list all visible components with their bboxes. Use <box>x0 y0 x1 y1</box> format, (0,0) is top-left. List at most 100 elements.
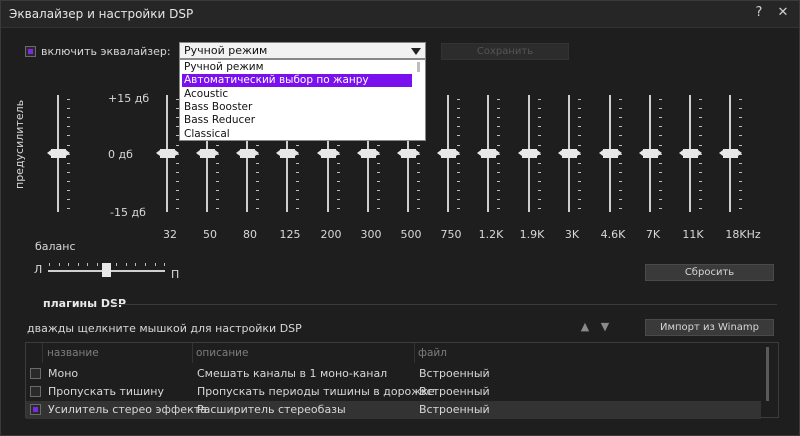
move-up-icon[interactable]: ▲ <box>579 321 591 332</box>
table-header-name[interactable]: название <box>44 343 193 363</box>
slider-tick <box>377 144 380 146</box>
dropdown-option[interactable]: Автоматический выбор по жанру <box>182 74 412 88</box>
table-row[interactable]: Пропускать тишину Пропускать периоды тиши… <box>26 383 761 401</box>
slider-tick <box>739 126 742 128</box>
balance-tick <box>145 263 146 266</box>
slider-tick <box>337 171 340 173</box>
band-frequency-label: 50 <box>203 228 217 241</box>
slider-tick <box>538 126 541 128</box>
slider-tick <box>578 190 581 191</box>
slider-tick <box>67 180 70 182</box>
slider-tick <box>619 144 622 146</box>
slider-tick <box>296 180 299 182</box>
slider-tick <box>538 162 541 164</box>
slider-tick <box>659 135 662 137</box>
help-icon[interactable]: ? <box>751 5 767 21</box>
slider-tick <box>619 99 622 100</box>
band-slider-300-thumb[interactable] <box>357 149 380 158</box>
band-slider-200-thumb[interactable] <box>317 149 340 158</box>
band-slider-3K-thumb[interactable] <box>558 149 581 158</box>
slider-tick <box>337 180 340 182</box>
dsp-plugins-table: название описание файл Моно Смешать канал… <box>25 342 779 419</box>
band-slider-4.6K-thumb[interactable] <box>599 149 622 158</box>
slider-tick <box>699 144 702 146</box>
band-slider-18KHz-thumb[interactable] <box>719 149 742 158</box>
slider-tick <box>457 99 460 100</box>
band-frequency-label: 750 <box>440 228 462 241</box>
save-button[interactable]: Сохранить <box>441 43 569 60</box>
row-name: Усилитель стерео эффекта <box>48 403 207 416</box>
preamp-slider-thumb[interactable] <box>47 149 70 158</box>
band-slider-1.9K-thumb[interactable] <box>518 149 541 158</box>
row-desc: Смешать каналы в 1 моно-канал <box>197 367 388 380</box>
slider-tick <box>538 117 541 119</box>
slider-tick <box>497 126 500 128</box>
row-checkbox[interactable] <box>30 368 41 379</box>
slider-tick <box>377 190 380 191</box>
balance-tick <box>68 263 70 266</box>
band-slider-50-thumb[interactable] <box>196 149 219 158</box>
slider-tick <box>67 135 70 137</box>
table-scrollbar[interactable] <box>766 347 769 401</box>
preset-select[interactable]: Ручной режим <box>179 42 426 59</box>
slider-tick <box>457 162 460 164</box>
slider-tick <box>699 190 702 191</box>
slider-tick <box>659 108 662 110</box>
slider-tick <box>619 126 622 128</box>
slider-tick <box>67 171 70 173</box>
move-down-icon[interactable]: ▼ <box>599 321 611 332</box>
slider-tick <box>699 171 702 173</box>
slider-tick <box>497 190 500 191</box>
slider-tick <box>578 126 581 128</box>
slider-tick <box>497 171 500 173</box>
band-slider-1.2K-thumb[interactable] <box>477 149 500 158</box>
band-slider-11K-thumb[interactable] <box>679 149 702 158</box>
dropdown-option[interactable]: Acoustic <box>182 88 412 101</box>
slider-tick <box>497 162 500 164</box>
band-slider-125-thumb[interactable] <box>276 149 299 158</box>
slider-tick <box>457 208 460 210</box>
slider-tick <box>337 144 340 146</box>
slider-tick <box>619 117 622 119</box>
band-slider-80-thumb[interactable] <box>236 149 259 158</box>
slider-tick <box>739 190 742 191</box>
balance-tick <box>164 263 166 266</box>
slider-tick <box>619 199 622 201</box>
slider-tick <box>67 99 70 100</box>
table-header-file[interactable]: файл <box>415 343 761 363</box>
dropdown-option[interactable]: Ручной режим <box>182 61 412 74</box>
slider-tick <box>417 199 420 201</box>
close-icon[interactable]: ✕ <box>775 5 791 21</box>
balance-slider-thumb[interactable] <box>102 263 111 277</box>
band-slider-32-thumb[interactable] <box>156 149 179 158</box>
slider-tick <box>619 135 622 137</box>
reset-button[interactable]: Сбросить <box>645 264 774 281</box>
row-checkbox[interactable] <box>30 404 41 415</box>
slider-tick <box>337 190 340 191</box>
band-frequency-label: 18KHz <box>725 228 761 241</box>
table-header-description[interactable]: описание <box>193 343 415 363</box>
import-winamp-button[interactable]: Импорт из Winamp <box>645 319 774 336</box>
table-row[interactable]: Усилитель стерео эффекта Расширитель стер… <box>26 401 761 419</box>
dropdown-scrollbar[interactable] <box>417 62 420 72</box>
slider-tick <box>739 117 742 119</box>
slider-tick <box>659 180 662 182</box>
band-slider-500-thumb[interactable] <box>397 149 420 158</box>
row-checkbox[interactable] <box>30 386 41 397</box>
slider-tick <box>457 126 460 128</box>
table-row[interactable]: Моно Смешать каналы в 1 моно-канал Встроен… <box>26 365 761 383</box>
dropdown-option[interactable]: Classical <box>182 128 412 141</box>
band-frequency-label: 125 <box>279 228 301 241</box>
band-slider-750-thumb[interactable] <box>437 149 460 158</box>
section-divider <box>113 304 777 305</box>
slider-tick <box>538 144 541 146</box>
band-slider-7K-thumb[interactable] <box>639 149 662 158</box>
slider-tick <box>659 144 662 146</box>
dropdown-option[interactable]: Bass Reducer <box>182 114 412 127</box>
slider-tick <box>417 190 420 191</box>
row-file: Встроенный <box>419 367 490 380</box>
enable-equalizer-checkbox[interactable] <box>25 46 36 57</box>
slider-tick <box>497 99 500 100</box>
row-name: Пропускать тишину <box>48 385 164 398</box>
dropdown-option[interactable]: Bass Booster <box>182 101 412 114</box>
